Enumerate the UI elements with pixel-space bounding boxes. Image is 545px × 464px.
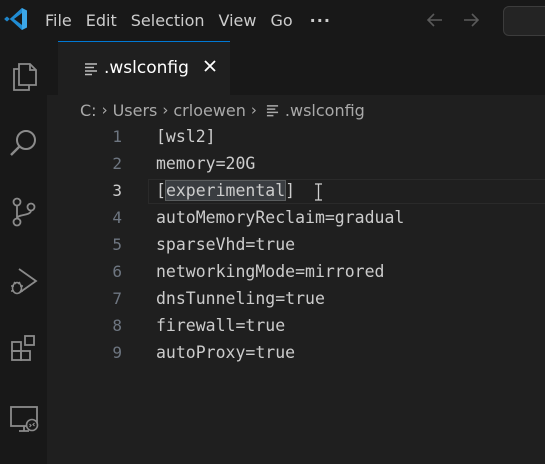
code-line[interactable]: 1 [wsl2]: [47, 125, 545, 152]
code-line[interactable]: 9 autoProxy=true: [47, 341, 545, 368]
line-number: 2: [112, 154, 122, 173]
chevron-right-icon: ›: [101, 101, 108, 119]
more-menu-button[interactable]: ···: [300, 6, 341, 36]
text-selection: experimental: [164, 180, 287, 201]
line-number: 6: [112, 262, 122, 281]
code-line[interactable]: 2 memory=20G: [47, 152, 545, 179]
back-arrow-icon[interactable]: [424, 9, 446, 31]
close-icon[interactable]: [203, 59, 217, 73]
breadcrumb-drive[interactable]: C:: [80, 101, 97, 120]
forward-arrow-icon[interactable]: [460, 9, 482, 31]
menu-edit[interactable]: Edit: [79, 6, 124, 36]
remote-explorer-icon[interactable]: [6, 400, 42, 436]
extensions-icon[interactable]: [6, 331, 42, 367]
line-text: [wsl2]: [156, 127, 216, 146]
line-number: 8: [112, 316, 122, 335]
run-debug-icon[interactable]: [6, 263, 42, 299]
activity-bar: [0, 41, 47, 464]
line-text: [experimental]: [156, 180, 296, 201]
tab-label: .wslconfig: [104, 58, 189, 78]
file-lines-icon: [85, 63, 97, 76]
code-line[interactable]: 5 sparseVhd=true: [47, 233, 545, 260]
tab-wslconfig[interactable]: .wslconfig: [58, 41, 230, 95]
line-text: sparseVhd=true: [156, 235, 296, 254]
editor-area: .wslconfig C: › Users › crloewen › .wslc…: [47, 41, 545, 464]
code-line-current[interactable]: 3 [experimental]: [47, 179, 545, 206]
line-text: firewall=true: [156, 316, 286, 335]
vscode-window: File Edit Selection View Go ··· .wslconf…: [0, 0, 545, 464]
line-number: 3: [112, 181, 122, 200]
source-control-icon[interactable]: [6, 194, 42, 230]
chevron-right-icon: ›: [162, 101, 169, 119]
breadcrumb-users[interactable]: Users: [113, 101, 158, 120]
line-text: autoMemoryReclaim=gradual: [156, 208, 405, 227]
menu-selection[interactable]: Selection: [124, 6, 212, 36]
menu-go[interactable]: Go: [263, 6, 299, 36]
vscode-logo-icon[interactable]: [3, 6, 29, 32]
menu-bar: File Edit Selection View Go ···: [38, 0, 341, 41]
menu-view[interactable]: View: [212, 6, 264, 36]
code-line[interactable]: 8 firewall=true: [47, 314, 545, 341]
line-number: 1: [112, 127, 122, 146]
breadcrumb-crloewen[interactable]: crloewen: [173, 101, 246, 120]
breadcrumb: C: › Users › crloewen › .wslconfig: [80, 99, 365, 121]
line-number: 7: [112, 289, 122, 308]
code-line[interactable]: 7 dnsTunneling=true: [47, 287, 545, 314]
command-center[interactable]: [503, 6, 545, 36]
tab-bar: .wslconfig: [47, 41, 545, 95]
line-text: networkingMode=mirrored: [156, 262, 385, 281]
title-bar: File Edit Selection View Go ···: [0, 0, 545, 41]
search-icon[interactable]: [6, 126, 42, 162]
breadcrumb-file[interactable]: .wslconfig: [262, 101, 365, 120]
chevron-right-icon: ›: [250, 101, 257, 119]
line-text: autoProxy=true: [156, 343, 296, 362]
line-number: 9: [112, 343, 122, 362]
code-line[interactable]: 6 networkingMode=mirrored: [47, 260, 545, 287]
line-text: dnsTunneling=true: [156, 289, 325, 308]
line-text: memory=20G: [156, 154, 256, 173]
line-number: 5: [112, 235, 122, 254]
menu-file[interactable]: File: [38, 6, 79, 36]
line-number: 4: [112, 208, 122, 227]
explorer-icon[interactable]: [6, 58, 42, 94]
code-editor[interactable]: 1 [wsl2] 2 memory=20G 3 [experimental] 4…: [47, 125, 545, 368]
breadcrumb-file-label: .wslconfig: [284, 100, 365, 120]
code-line[interactable]: 4 autoMemoryReclaim=gradual: [47, 206, 545, 233]
file-lines-icon: [266, 104, 278, 116]
text-cursor-icon: [315, 183, 322, 201]
